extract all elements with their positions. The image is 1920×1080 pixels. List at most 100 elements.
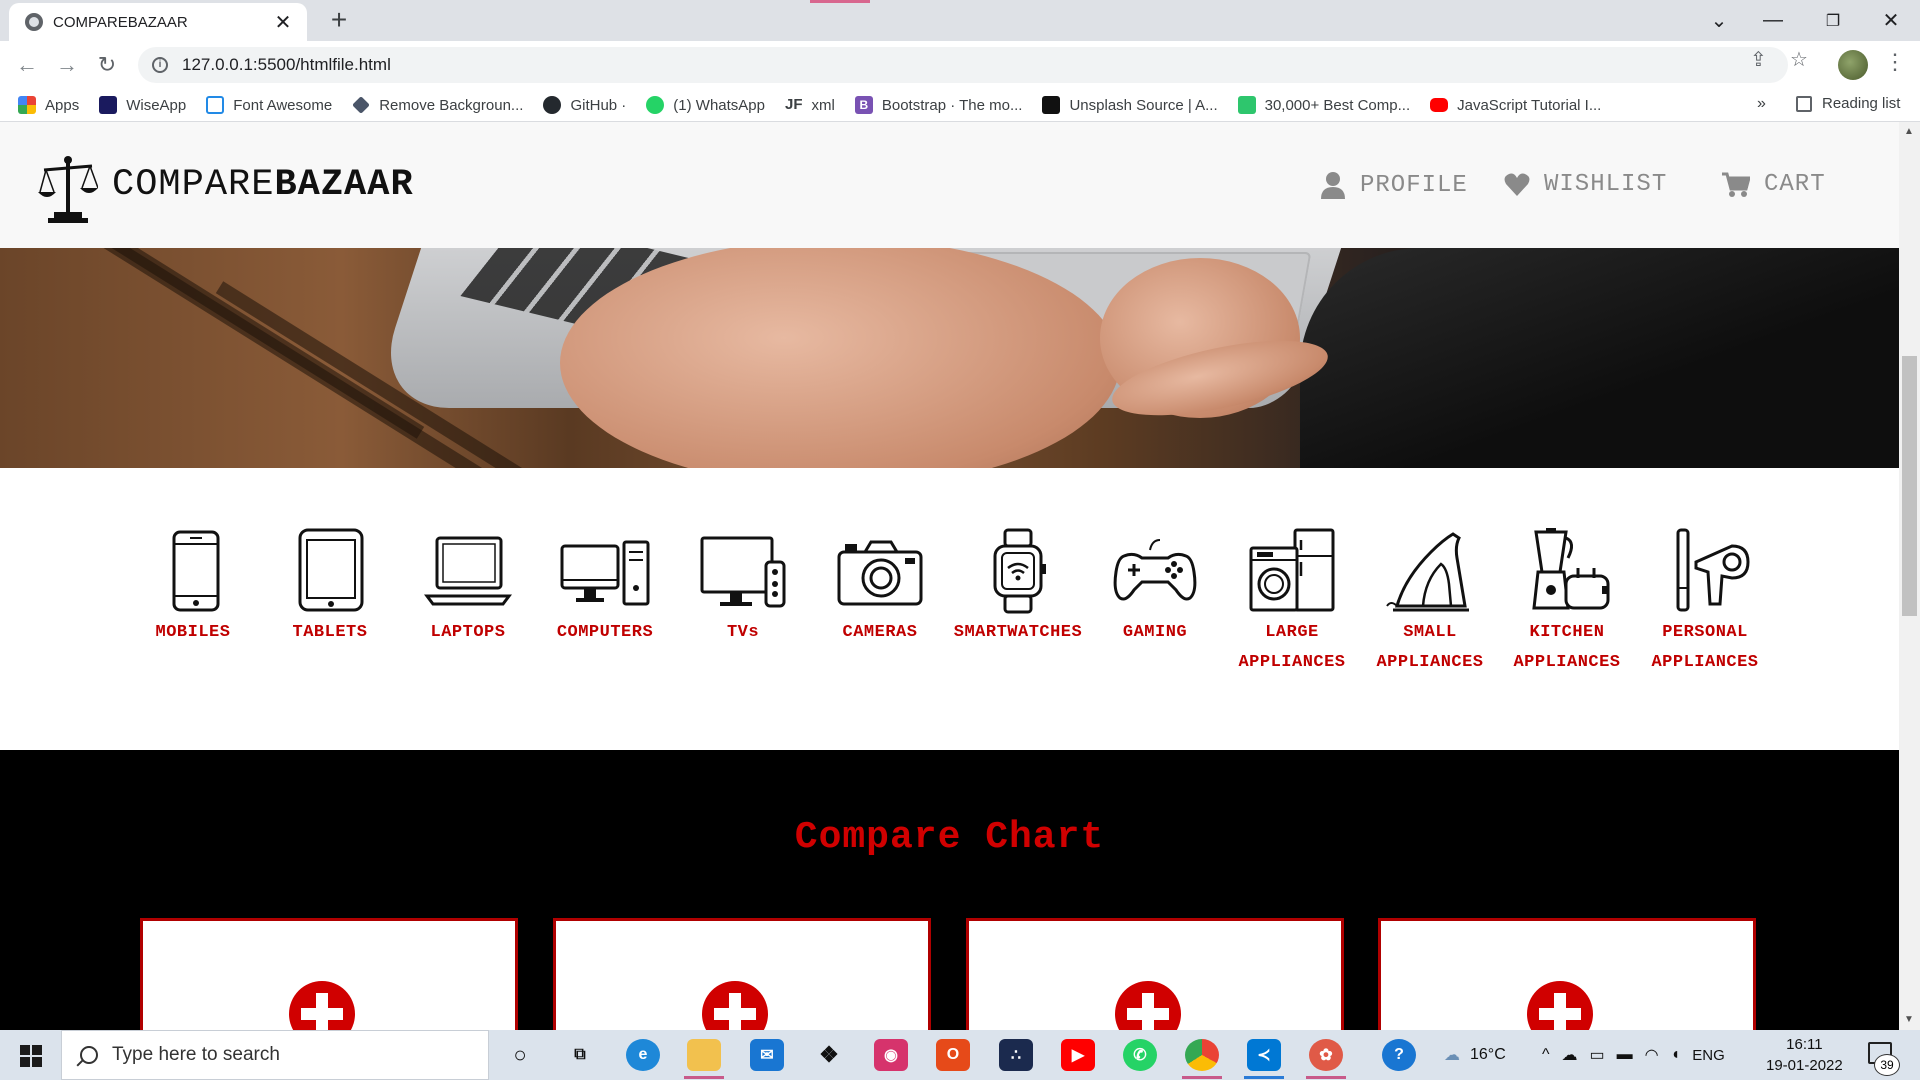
restore-button[interactable]: ❐ <box>1806 0 1860 41</box>
add-product-icon[interactable] <box>289 981 355 1030</box>
address-bar[interactable]: i 127.0.0.1:5500/htmlfile.html <box>138 47 1788 83</box>
wifi-icon[interactable]: ◠ <box>1645 1045 1659 1065</box>
add-product-icon[interactable] <box>702 981 768 1030</box>
windows-start-icon[interactable] <box>20 1045 42 1067</box>
category-large-appliances[interactable]: LARGE APPLIANCES <box>1223 528 1361 678</box>
github-icon <box>543 96 562 114</box>
compare-slot-3[interactable] <box>966 918 1344 1030</box>
system-tray[interactable]: ^ ☁ ▭ ▬ ◠ ◖ ENG <box>1542 1030 1725 1080</box>
bookmark-github[interactable]: GitHub · <box>543 96 626 114</box>
bookmark-font-awesome[interactable]: Font Awesome <box>206 96 332 114</box>
onedrive-icon[interactable]: ☁ <box>1562 1045 1578 1065</box>
bookmark-remove-bg[interactable]: Remove Backgroun... <box>352 96 523 114</box>
language-indicator[interactable]: ENG <box>1692 1047 1725 1064</box>
battery-icon[interactable]: ▬ <box>1617 1046 1633 1064</box>
mail-icon[interactable]: ✉ <box>750 1039 784 1071</box>
close-window-button[interactable]: ✕ <box>1864 0 1918 41</box>
page-scrollbar[interactable]: ▲ ▼ <box>1899 122 1920 1030</box>
bookmark-pixabay[interactable]: 30,000+ Best Comp... <box>1237 96 1410 114</box>
wiseapp-icon <box>99 96 118 114</box>
app-icon[interactable]: ∴ <box>999 1039 1033 1071</box>
add-product-icon[interactable] <box>1115 981 1181 1030</box>
bookmark-js-tutorial[interactable]: JavaScript Tutorial I... <box>1430 97 1601 114</box>
app-icon[interactable]: ◉ <box>874 1039 908 1071</box>
bookmark-unsplash[interactable]: Unsplash Source | A... <box>1042 96 1218 114</box>
youtube-icon[interactable]: ▶ <box>1061 1039 1095 1071</box>
globe-icon <box>25 13 43 31</box>
file-explorer-icon[interactable] <box>687 1039 721 1071</box>
edge-icon[interactable]: e <box>626 1039 660 1071</box>
info-icon[interactable]: i <box>152 57 168 73</box>
category-tvs[interactable]: TVs <box>674 528 812 648</box>
category-gaming[interactable]: GAMING <box>1086 528 1224 648</box>
bookmark-whatsapp[interactable]: (1) WhatsApp <box>646 96 765 114</box>
dropbox-icon[interactable]: ❖ <box>812 1039 846 1071</box>
category-computers[interactable]: COMPUTERS <box>536 528 674 648</box>
category-laptops[interactable]: LAPTOPS <box>399 528 537 648</box>
active-app-indicator <box>1182 1076 1222 1079</box>
category-mobiles[interactable]: MOBILES <box>124 528 262 648</box>
category-kitchen-appliances[interactable]: KITCHEN APPLIANCES <box>1498 528 1636 678</box>
cortana-icon[interactable]: ○ <box>503 1039 537 1071</box>
minimize-button[interactable]: — <box>1746 0 1800 41</box>
nav-cart-label: CART <box>1764 171 1826 198</box>
url-text[interactable]: 127.0.0.1:5500/htmlfile.html <box>182 55 391 75</box>
browser-tab[interactable]: COMPAREBAZAAR ✕ <box>9 3 307 41</box>
scroll-thumb[interactable] <box>1902 356 1917 616</box>
weather-widget[interactable]: ☁ 16°C <box>1444 1030 1506 1080</box>
category-personal-appliances[interactable]: PERSONAL APPLIANCES <box>1636 528 1774 678</box>
tab-search-icon[interactable]: ⌄ <box>1692 0 1746 41</box>
menu-icon[interactable]: ⋮ <box>1884 49 1906 75</box>
bookmarks-bar: Apps WiseApp Font Awesome Remove Backgro… <box>0 89 1920 122</box>
task-view-icon[interactable]: ⧉ <box>563 1039 597 1071</box>
clock-time: 16:11 <box>1786 1036 1823 1053</box>
whatsapp-icon[interactable]: ✆ <box>1123 1039 1157 1071</box>
taskbar-clock[interactable]: 16:11 19-01-2022 <box>1766 1034 1843 1076</box>
tab-strip: COMPAREBAZAAR ✕ + ⌄ — ❐ ✕ <box>0 0 1920 41</box>
taskbar-search[interactable]: Type here to search <box>61 1030 489 1080</box>
bookmark-bootstrap[interactable]: B Bootstrap · The mo... <box>854 96 1022 114</box>
volume-icon[interactable]: ◖ <box>1671 1046 1681 1064</box>
share-icon[interactable]: ⇪ <box>1750 47 1767 72</box>
new-tab-button[interactable]: + <box>325 6 353 34</box>
reading-list-button[interactable]: Reading list <box>1796 95 1900 112</box>
brand-name[interactable]: COMPAREBAZAAR <box>112 164 414 206</box>
reload-button[interactable]: ↻ <box>93 51 121 79</box>
category-cameras[interactable]: CAMERAS <box>811 528 949 648</box>
office-icon[interactable]: O <box>936 1039 970 1071</box>
category-small-appliances[interactable]: SMALL APPLIANCES <box>1361 528 1499 678</box>
bookmark-star-icon[interactable]: ☆ <box>1790 47 1808 72</box>
category-tablets[interactable]: TABLETS <box>261 528 399 648</box>
profile-avatar[interactable] <box>1838 50 1868 80</box>
category-label: CAMERAS <box>842 623 918 642</box>
compare-slot-2[interactable] <box>553 918 931 1030</box>
chevron-up-icon[interactable]: ^ <box>1542 1046 1550 1064</box>
nav-cart[interactable]: CART <box>1722 171 1826 198</box>
scroll-down-arrow-icon[interactable]: ▼ <box>1904 1014 1914 1025</box>
scales-logo-icon[interactable] <box>38 154 98 224</box>
bookmark-xml[interactable]: JF xml <box>785 96 835 114</box>
add-product-icon[interactable] <box>1527 981 1593 1030</box>
compare-chart-section: Compare Chart <box>0 750 1899 1030</box>
nav-profile[interactable]: PROFILE <box>1320 171 1468 199</box>
help-icon[interactable]: ? <box>1382 1039 1416 1071</box>
category-smartwatches[interactable]: SMARTWATCHES <box>949 528 1087 648</box>
compare-slot-1[interactable] <box>140 918 518 1030</box>
paint-icon[interactable]: ✿ <box>1309 1039 1343 1071</box>
forward-button[interactable]: → <box>53 51 81 79</box>
reading-list-label: Reading list <box>1822 95 1901 112</box>
bookmark-wiseapp[interactable]: WiseApp <box>99 96 186 114</box>
windows-taskbar: Type here to search ○ ⧉ e ✉ ❖ ◉ O ∴ ▶ ✆ … <box>0 1030 1920 1080</box>
nav-wishlist[interactable]: WISHLIST <box>1504 171 1667 198</box>
vscode-icon[interactable]: ≺ <box>1247 1039 1281 1071</box>
chrome-icon[interactable] <box>1185 1039 1219 1071</box>
scroll-up-arrow-icon[interactable]: ▲ <box>1904 126 1914 137</box>
bookmarks-overflow-icon[interactable]: » <box>1757 95 1766 113</box>
compare-slot-4[interactable] <box>1378 918 1756 1030</box>
category-label: KITCHEN APPLIANCES <box>1513 623 1621 672</box>
back-button[interactable]: ← <box>13 51 41 79</box>
bookmark-apps[interactable]: Apps <box>18 96 79 114</box>
sleeve <box>1300 248 1899 468</box>
close-tab-icon[interactable]: ✕ <box>271 10 295 35</box>
meet-icon[interactable]: ▭ <box>1590 1045 1605 1065</box>
